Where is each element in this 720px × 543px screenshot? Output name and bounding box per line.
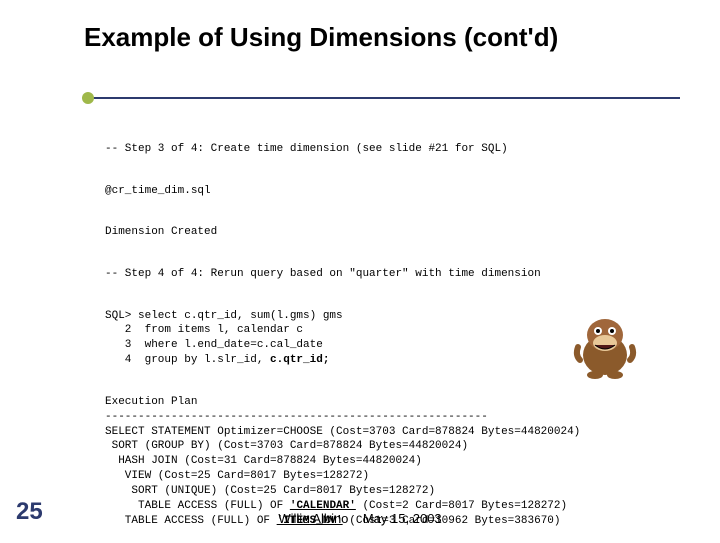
execution-plan: Execution Plan -------------------------…	[105, 395, 680, 529]
sql-l2: 2 from items l, calendar c	[105, 324, 303, 336]
plan-dash: ----------------------------------------…	[105, 411, 488, 423]
plan-l6b: 'CALENDAR'	[290, 500, 356, 512]
plan-l2: SORT (GROUP BY) (Cost=3703 Card=878824 B…	[105, 440, 468, 452]
divider-line	[88, 97, 680, 99]
footer-author: Willie Albino	[278, 511, 348, 526]
divider-dot	[82, 92, 94, 104]
plan-l4: VIEW (Cost=25 Card=8017 Bytes=128272)	[105, 470, 369, 482]
plan-l5: SORT (UNIQUE) (Cost=25 Card=8017 Bytes=1…	[105, 485, 435, 497]
sql-l4a: 4 group by l.slr_id,	[105, 354, 270, 366]
plan-l6c: (Cost=2 Card=8017 Bytes=128272)	[356, 500, 567, 512]
step4-comment: -- Step 4 of 4: Rerun query based on "qu…	[105, 267, 680, 282]
footer-date: May 15, 2003	[363, 511, 442, 526]
script-command: @cr_time_dim.sql	[105, 184, 680, 199]
plan-l1: SELECT STATEMENT Optimizer=CHOOSE (Cost=…	[105, 426, 580, 438]
sql-l1: SQL> select c.qtr_id, sum(l.gms) gms	[105, 310, 343, 322]
dimension-created: Dimension Created	[105, 225, 680, 240]
divider-wrap	[0, 63, 720, 99]
sql-l3: 3 where l.end_date=c.cal_date	[105, 339, 323, 351]
cartoon-image	[570, 305, 640, 380]
step3-comment: -- Step 3 of 4: Create time dimension (s…	[105, 142, 680, 157]
footer: Willie Albino May 15, 2003	[0, 511, 720, 526]
slide-title: Example of Using Dimensions (cont'd)	[0, 0, 720, 63]
plan-l3: HASH JOIN (Cost=31 Card=878824 Bytes=448…	[105, 455, 422, 467]
plan-header: Execution Plan	[105, 396, 197, 408]
plan-l6a: TABLE ACCESS (FULL) OF	[105, 500, 290, 512]
sql-l4b: c.qtr_id;	[270, 354, 329, 366]
